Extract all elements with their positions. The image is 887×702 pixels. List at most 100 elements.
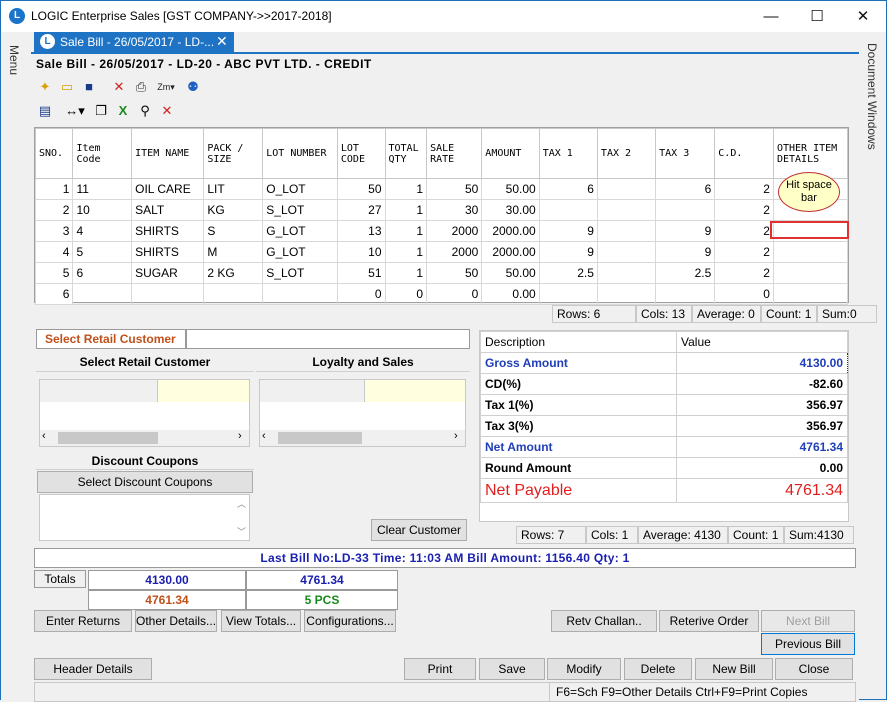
- summary-value[interactable]: 356.97: [676, 394, 848, 416]
- next-bill-button[interactable]: Next Bill: [761, 610, 855, 632]
- grid-cell[interactable]: [596, 283, 657, 305]
- new-icon[interactable]: ✦: [36, 79, 54, 95]
- grid-cell[interactable]: 6: [538, 178, 598, 200]
- grid-cell[interactable]: [596, 178, 657, 200]
- scroll-down-icon[interactable]: ﹀: [237, 525, 246, 538]
- print-button[interactable]: Print: [404, 658, 476, 680]
- grid-cell[interactable]: 1: [384, 178, 428, 200]
- summary-row-tax3[interactable]: Tax 3(%) 356.97: [480, 415, 848, 437]
- summary-row-round[interactable]: Round Amount 0.00: [480, 457, 848, 479]
- summary-value[interactable]: 0.00: [676, 457, 848, 479]
- grid-cell[interactable]: 0: [336, 283, 386, 305]
- scroll-left-icon[interactable]: ‹: [262, 430, 266, 442]
- grid-cell[interactable]: 13: [336, 220, 386, 242]
- grid-cell[interactable]: [772, 262, 849, 284]
- scroll-right-icon[interactable]: ›: [454, 430, 458, 442]
- find-binoculars-icon[interactable]: ⚲: [136, 103, 154, 119]
- grid-cell[interactable]: [655, 283, 716, 305]
- grid-cell[interactable]: SHIRTS: [131, 220, 205, 242]
- grid-cell[interactable]: KG: [203, 199, 264, 221]
- grid-column-header[interactable]: SNO.: [34, 128, 74, 179]
- scroll-left-icon[interactable]: ‹: [42, 430, 46, 442]
- enter-returns-button[interactable]: Enter Returns: [34, 610, 132, 632]
- delete-button[interactable]: Delete: [624, 658, 692, 680]
- grid-cell[interactable]: 2: [714, 220, 774, 242]
- grid-cell[interactable]: [72, 283, 133, 305]
- table-row[interactable]: 2 10 SALT KG S_LOT 27 1 30 30.00 2: [34, 199, 849, 221]
- minimize-button[interactable]: —: [748, 1, 794, 32]
- table-row[interactable]: 3 4 SHIRTS S G_LOT 13 1 2000 2000.00 9 9 2: [34, 220, 849, 242]
- grid-cell[interactable]: 2: [714, 262, 774, 284]
- modify-button[interactable]: Modify: [547, 658, 621, 680]
- grid-cell[interactable]: 0: [384, 283, 428, 305]
- zoom-icon[interactable]: Zm▾: [154, 79, 178, 95]
- print-icon[interactable]: ⎙: [132, 79, 150, 95]
- column-width-icon[interactable]: ↔▾: [62, 103, 88, 119]
- summary-row-cd[interactable]: CD(%) -82.60: [480, 373, 848, 395]
- grid-cell[interactable]: 2.5: [655, 262, 716, 284]
- discount-coupons-list[interactable]: ︿ ﹀: [39, 494, 250, 541]
- grid-cell[interactable]: 50.00: [481, 178, 540, 200]
- grid-cell[interactable]: 6: [655, 178, 716, 200]
- grid-column-header[interactable]: C.D.: [714, 128, 774, 179]
- bill-summary-table[interactable]: Description Value Gross Amount 4130.00 C…: [480, 331, 848, 503]
- item-grid[interactable]: SNO. Item Code ITEM NAME PACK / SIZE LOT NUM…: [34, 127, 849, 305]
- select-discount-coupons-button[interactable]: Select Discount Coupons: [37, 471, 253, 493]
- grid-cell[interactable]: 10: [336, 241, 386, 263]
- net-payable-value[interactable]: 4761.34: [676, 478, 848, 503]
- bill-summary-panel[interactable]: Description Value Gross Amount 4130.00 C…: [479, 330, 849, 522]
- loyalty-list-hscrollbar[interactable]: ‹ ›: [260, 430, 465, 446]
- retrieve-order-button[interactable]: Reterive Order: [659, 610, 759, 632]
- clear-customer-button[interactable]: Clear Customer: [371, 519, 467, 541]
- grid-cell[interactable]: [772, 283, 849, 305]
- table-row[interactable]: 5 6 SUGAR 2 KG S_LOT 51 1 50 50.00 2.5 2.5 2: [34, 262, 849, 284]
- scroll-up-icon[interactable]: ︿: [237, 497, 246, 510]
- grid-cell[interactable]: 5: [72, 241, 133, 263]
- item-grid-table[interactable]: SNO. Item Code ITEM NAME PACK / SIZE LOT NUM…: [34, 128, 849, 305]
- retail-list-hscrollbar[interactable]: ‹ ›: [40, 430, 249, 446]
- grid-cell[interactable]: 50.00: [481, 262, 540, 284]
- loyalty-list[interactable]: ‹ ›: [259, 379, 466, 447]
- open-folder-icon[interactable]: ▭: [58, 79, 76, 95]
- summary-row-gross[interactable]: Gross Amount 4130.00: [480, 352, 848, 374]
- grid-cell[interactable]: 51: [336, 262, 386, 284]
- retv-challan-button[interactable]: Retv Challan..: [551, 610, 657, 632]
- grid-cell[interactable]: S_LOT: [262, 199, 338, 221]
- grid-cell[interactable]: 11: [72, 178, 133, 200]
- retail-customer-list[interactable]: ‹ ›: [39, 379, 250, 447]
- grid-cell[interactable]: 9: [655, 220, 716, 242]
- grid-cell[interactable]: 6: [72, 262, 133, 284]
- grid-cell[interactable]: [596, 220, 657, 242]
- grid-cell[interactable]: [772, 241, 849, 263]
- tab-close-icon[interactable]: ✕: [216, 33, 228, 50]
- grid-cell[interactable]: 30.00: [481, 199, 540, 221]
- grid-column-header[interactable]: TAX 1: [538, 128, 598, 179]
- side-menu-strip[interactable]: [1, 32, 31, 701]
- previous-bill-button[interactable]: Previous Bill: [761, 633, 855, 655]
- grid-cell[interactable]: [538, 199, 598, 221]
- grid-column-header[interactable]: LOT NUMBER: [262, 128, 338, 179]
- grid-cell[interactable]: [203, 283, 264, 305]
- header-details-button[interactable]: Header Details: [34, 658, 152, 680]
- close-button[interactable]: Close: [775, 658, 853, 680]
- scroll-thumb[interactable]: [278, 432, 362, 444]
- grid-cell[interactable]: LIT: [203, 178, 264, 200]
- grid-cell[interactable]: 0: [714, 283, 774, 305]
- grid-cell[interactable]: 9: [655, 241, 716, 263]
- grid-column-header[interactable]: TAX 2: [596, 128, 657, 179]
- summary-value[interactable]: 4130.00: [676, 352, 848, 374]
- grid-cell[interactable]: [596, 241, 657, 263]
- grid-cell[interactable]: 2: [714, 241, 774, 263]
- grid-column-header[interactable]: AMOUNT: [481, 128, 540, 179]
- grid-cell[interactable]: 30: [426, 199, 483, 221]
- grid-cell[interactable]: SUGAR: [131, 262, 205, 284]
- scroll-thumb[interactable]: [58, 432, 158, 444]
- save-icon[interactable]: ■: [80, 79, 98, 95]
- grid-cell[interactable]: O_LOT: [262, 178, 338, 200]
- grid-cell[interactable]: SALT: [131, 199, 205, 221]
- grid-column-header[interactable]: SALE RATE: [426, 128, 483, 179]
- table-row[interactable]: 1 11 OIL CARE LIT O_LOT 50 1 50 50.00 6 6 2: [34, 178, 849, 200]
- delete-icon[interactable]: ✕: [110, 79, 128, 95]
- grid-column-header[interactable]: Item Code: [72, 128, 133, 179]
- grid-cell[interactable]: 1: [384, 262, 428, 284]
